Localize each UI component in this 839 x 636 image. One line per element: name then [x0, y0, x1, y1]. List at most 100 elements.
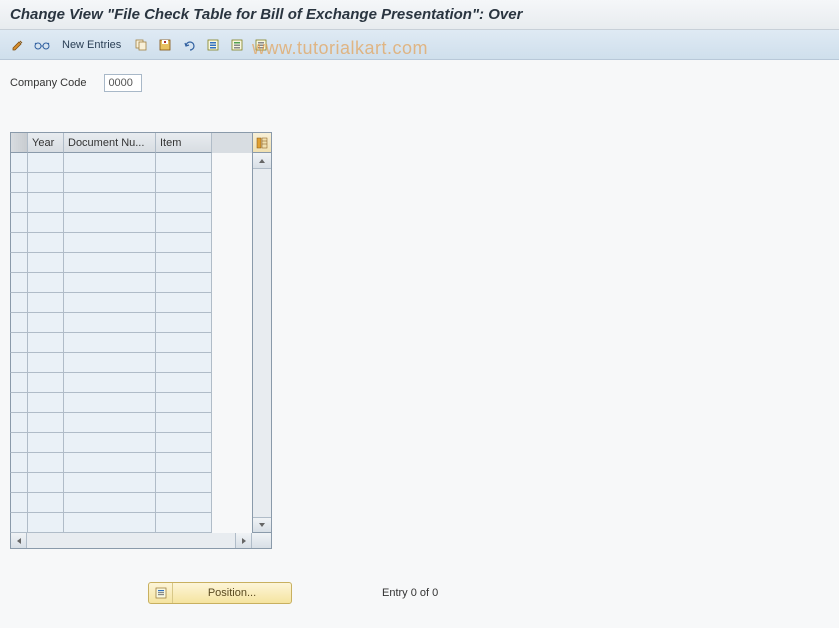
cell-year[interactable] [28, 453, 64, 473]
cell-document[interactable] [64, 413, 156, 433]
cell-year[interactable] [28, 413, 64, 433]
cell-item[interactable] [156, 253, 212, 273]
cell-document[interactable] [64, 513, 156, 533]
cell-item[interactable] [156, 153, 212, 173]
cell-year[interactable] [28, 333, 64, 353]
cell-year[interactable] [28, 433, 64, 453]
row-selector[interactable] [10, 513, 28, 533]
cell-year[interactable] [28, 193, 64, 213]
cell-item[interactable] [156, 173, 212, 193]
col-header-document[interactable]: Document Nu... [64, 133, 156, 153]
row-selector[interactable] [10, 393, 28, 413]
row-selector[interactable] [10, 313, 28, 333]
scroll-track-horizontal[interactable] [27, 533, 235, 548]
glasses-icon[interactable] [32, 35, 52, 55]
cell-document[interactable] [64, 373, 156, 393]
cell-document[interactable] [64, 393, 156, 413]
cell-document[interactable] [64, 473, 156, 493]
cell-item[interactable] [156, 473, 212, 493]
cell-document[interactable] [64, 193, 156, 213]
cell-document[interactable] [64, 293, 156, 313]
cell-year[interactable] [28, 493, 64, 513]
row-selector[interactable] [10, 433, 28, 453]
company-code-input[interactable] [104, 74, 142, 92]
row-selector[interactable] [10, 473, 28, 493]
scroll-down-icon[interactable] [253, 517, 271, 533]
cell-year[interactable] [28, 393, 64, 413]
cell-year[interactable] [28, 293, 64, 313]
copy-icon[interactable] [131, 35, 151, 55]
col-header-selector[interactable] [10, 133, 28, 153]
cell-year[interactable] [28, 273, 64, 293]
row-selector[interactable] [10, 253, 28, 273]
cell-item[interactable] [156, 513, 212, 533]
cell-document[interactable] [64, 173, 156, 193]
cell-item[interactable] [156, 493, 212, 513]
cell-document[interactable] [64, 353, 156, 373]
cell-year[interactable] [28, 313, 64, 333]
cell-document[interactable] [64, 453, 156, 473]
col-header-item[interactable]: Item [156, 133, 212, 153]
cell-year[interactable] [28, 233, 64, 253]
row-selector[interactable] [10, 493, 28, 513]
table-row [10, 213, 252, 233]
cell-item[interactable] [156, 273, 212, 293]
cell-year[interactable] [28, 173, 64, 193]
cell-item[interactable] [156, 193, 212, 213]
position-button[interactable]: Position... [148, 582, 292, 604]
row-selector[interactable] [10, 293, 28, 313]
cell-item[interactable] [156, 333, 212, 353]
scroll-up-icon[interactable] [253, 153, 271, 169]
row-selector[interactable] [10, 453, 28, 473]
cell-item[interactable] [156, 453, 212, 473]
cell-item[interactable] [156, 313, 212, 333]
new-entries-button[interactable]: New Entries [56, 39, 127, 51]
scroll-right-icon[interactable] [235, 533, 251, 548]
toggle-mode-icon[interactable] [8, 35, 28, 55]
cell-year[interactable] [28, 213, 64, 233]
cell-item[interactable] [156, 213, 212, 233]
cell-year[interactable] [28, 473, 64, 493]
row-selector[interactable] [10, 193, 28, 213]
save-variant-icon[interactable] [155, 35, 175, 55]
table-row [10, 493, 252, 513]
row-selector[interactable] [10, 333, 28, 353]
cell-document[interactable] [64, 153, 156, 173]
cell-document[interactable] [64, 433, 156, 453]
scroll-track-vertical[interactable] [253, 169, 271, 517]
cell-item[interactable] [156, 433, 212, 453]
undo-icon[interactable] [179, 35, 199, 55]
cell-item[interactable] [156, 393, 212, 413]
cell-item[interactable] [156, 353, 212, 373]
cell-year[interactable] [28, 353, 64, 373]
row-selector[interactable] [10, 233, 28, 253]
cell-document[interactable] [64, 233, 156, 253]
row-selector[interactable] [10, 353, 28, 373]
row-selector[interactable] [10, 373, 28, 393]
cell-document[interactable] [64, 333, 156, 353]
scroll-left-icon[interactable] [11, 533, 27, 548]
cell-document[interactable] [64, 253, 156, 273]
cell-year[interactable] [28, 253, 64, 273]
cell-document[interactable] [64, 493, 156, 513]
row-selector[interactable] [10, 153, 28, 173]
col-header-year[interactable]: Year [28, 133, 64, 153]
row-selector[interactable] [10, 273, 28, 293]
cell-year[interactable] [28, 513, 64, 533]
row-selector[interactable] [10, 213, 28, 233]
cell-item[interactable] [156, 413, 212, 433]
cell-document[interactable] [64, 273, 156, 293]
select-all-icon[interactable] [203, 35, 223, 55]
deselect-all-icon[interactable] [251, 35, 271, 55]
cell-year[interactable] [28, 153, 64, 173]
row-selector[interactable] [10, 173, 28, 193]
cell-year[interactable] [28, 373, 64, 393]
cell-document[interactable] [64, 313, 156, 333]
cell-document[interactable] [64, 213, 156, 233]
cell-item[interactable] [156, 373, 212, 393]
cell-item[interactable] [156, 293, 212, 313]
grid-config-icon[interactable] [253, 133, 271, 153]
select-block-icon[interactable] [227, 35, 247, 55]
cell-item[interactable] [156, 233, 212, 253]
row-selector[interactable] [10, 413, 28, 433]
